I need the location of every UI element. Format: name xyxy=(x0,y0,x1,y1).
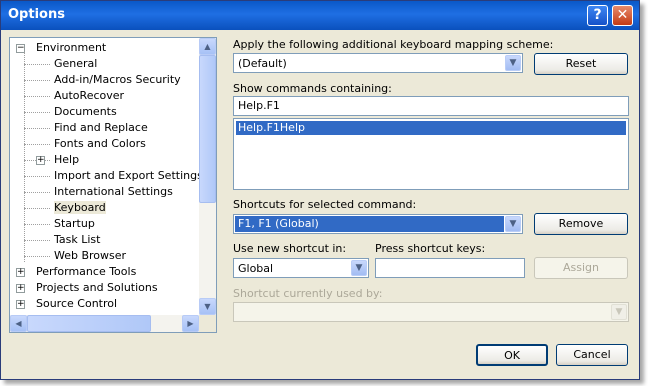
tree-item[interactable]: International Settings xyxy=(54,184,173,200)
tree-item[interactable]: Startup xyxy=(54,216,95,232)
tree-item-label: Web Browser xyxy=(54,249,127,262)
chevron-down-icon[interactable]: ▼ xyxy=(505,55,521,71)
tree-item-label: Find and Replace xyxy=(54,121,148,134)
tree-connector xyxy=(24,176,50,177)
use-new-shortcut-label: Use new shortcut in: xyxy=(233,242,347,255)
ok-button[interactable]: OK xyxy=(476,344,548,366)
expand-icon[interactable]: + xyxy=(16,284,25,293)
tree-item[interactable]: Fonts and Colors xyxy=(54,136,146,152)
tree-item[interactable]: Find and Replace xyxy=(54,120,148,136)
tree-connector xyxy=(24,112,50,113)
tree-connector xyxy=(24,224,50,225)
scrollbar-corner xyxy=(199,315,216,332)
assign-button[interactable]: Assign xyxy=(534,257,628,279)
tree-item[interactable]: Environment xyxy=(36,40,106,56)
scroll-down-icon[interactable]: ▼ xyxy=(199,298,216,315)
tree-item-label: Keyboard xyxy=(54,201,106,214)
shortcut-scope-combo[interactable]: Global ▼ xyxy=(233,258,369,278)
tree-horizontal-scrollbar[interactable]: ◀ ▶ xyxy=(10,315,199,332)
horizontal-scroll-thumb[interactable] xyxy=(27,315,151,332)
commands-list[interactable]: Help.F1Help xyxy=(233,118,629,190)
vertical-scroll-thumb[interactable] xyxy=(199,55,216,203)
chevron-down-icon[interactable]: ▼ xyxy=(351,260,367,276)
shortcuts-combo[interactable]: F1, F1 (Global) ▼ xyxy=(233,214,523,234)
expand-icon[interactable]: + xyxy=(16,300,25,309)
title-bar[interactable]: Options ? ✕ xyxy=(1,1,639,30)
tree-item-label: Import and Export Settings xyxy=(54,169,203,182)
cancel-button[interactable]: Cancel xyxy=(556,344,628,366)
press-shortcut-label: Press shortcut keys: xyxy=(375,242,486,255)
tree-item-label: Performance Tools xyxy=(36,265,137,278)
tree-item[interactable]: General xyxy=(54,56,97,72)
tree-item[interactable]: Import and Export Settings xyxy=(54,168,203,184)
tree-connector xyxy=(24,256,50,257)
press-shortcut-input[interactable] xyxy=(375,258,525,278)
tree-item[interactable]: Source Control xyxy=(36,296,117,312)
tree-item[interactable]: Keyboard xyxy=(54,200,106,216)
list-item[interactable]: Help.F1Help xyxy=(236,121,626,135)
command-filter-input[interactable]: Help.F1 xyxy=(233,96,629,116)
tree-item-label: Source Control xyxy=(36,297,118,310)
tree-item[interactable]: Documents xyxy=(54,104,117,120)
tree-connector xyxy=(24,52,25,262)
tree-item[interactable]: Add-in/Macros Security xyxy=(54,72,181,88)
scroll-up-icon[interactable]: ▲ xyxy=(199,38,216,55)
tree-item-label: Help xyxy=(54,153,80,166)
tree-item-label: Environment xyxy=(36,41,107,54)
chevron-down-icon[interactable]: ▼ xyxy=(611,304,627,320)
tree-item-label: Documents xyxy=(54,105,117,118)
show-commands-label: Show commands containing: xyxy=(233,82,392,95)
used-by-combo[interactable]: ▼ xyxy=(233,302,629,322)
tree-item-label: Startup xyxy=(54,217,95,230)
used-by-label: Shortcut currently used by: xyxy=(233,287,383,300)
tree-item-label: Fonts and Colors xyxy=(54,137,146,150)
mapping-scheme-label: Apply the following additional keyboard … xyxy=(233,38,554,51)
tree-item[interactable]: Performance Tools xyxy=(36,264,136,280)
tree-connector xyxy=(24,96,50,97)
tree-item-label: Add-in/Macros Security xyxy=(54,73,181,86)
mapping-scheme-combo[interactable]: (Default) ▼ xyxy=(233,53,523,73)
options-dialog: Options ? ✕ − Environment General Add-in/Ma… xyxy=(0,0,640,380)
scroll-right-icon[interactable]: ▶ xyxy=(182,315,199,332)
tree-item[interactable]: Task List xyxy=(54,232,100,248)
tree-vertical-scrollbar[interactable]: ▲ ▼ xyxy=(199,38,216,315)
tree-connector xyxy=(24,80,50,81)
tree-connector xyxy=(24,128,50,129)
tree-item-label: International Settings xyxy=(54,185,173,198)
expand-icon[interactable]: + xyxy=(36,156,45,165)
tree-connector xyxy=(24,144,50,145)
tree-connector xyxy=(24,240,50,241)
remove-button[interactable]: Remove xyxy=(534,213,628,235)
tree-item[interactable]: Help xyxy=(54,152,79,168)
tree-item[interactable]: AutoRecover xyxy=(54,88,124,104)
close-button[interactable]: ✕ xyxy=(612,5,633,26)
scroll-left-icon[interactable]: ◀ xyxy=(10,315,27,332)
tree-connector xyxy=(24,192,50,193)
help-button[interactable]: ? xyxy=(587,5,608,26)
tree-item[interactable]: Projects and Solutions xyxy=(36,280,158,296)
tree-item-label: AutoRecover xyxy=(54,89,125,102)
reset-button[interactable]: Reset xyxy=(534,53,628,75)
tree-item-label: Projects and Solutions xyxy=(36,281,158,294)
options-tree[interactable]: − Environment General Add-in/Macros Securit… xyxy=(9,37,217,333)
tree-connector xyxy=(24,208,50,209)
shortcuts-label: Shortcuts for selected command: xyxy=(233,198,417,211)
mapping-scheme-value: (Default) xyxy=(238,57,287,70)
expand-icon[interactable]: + xyxy=(16,268,25,277)
tree-item[interactable]: Web Browser xyxy=(54,248,126,264)
chevron-down-icon[interactable]: ▼ xyxy=(505,216,521,232)
shortcut-selected-value: F1, F1 (Global) xyxy=(235,216,504,232)
tree-connector xyxy=(24,64,50,65)
tree-item-label: Task List xyxy=(54,233,101,246)
shortcut-scope-value: Global xyxy=(238,262,274,275)
window-title: Options xyxy=(8,7,65,22)
tree-item-label: General xyxy=(54,57,98,70)
